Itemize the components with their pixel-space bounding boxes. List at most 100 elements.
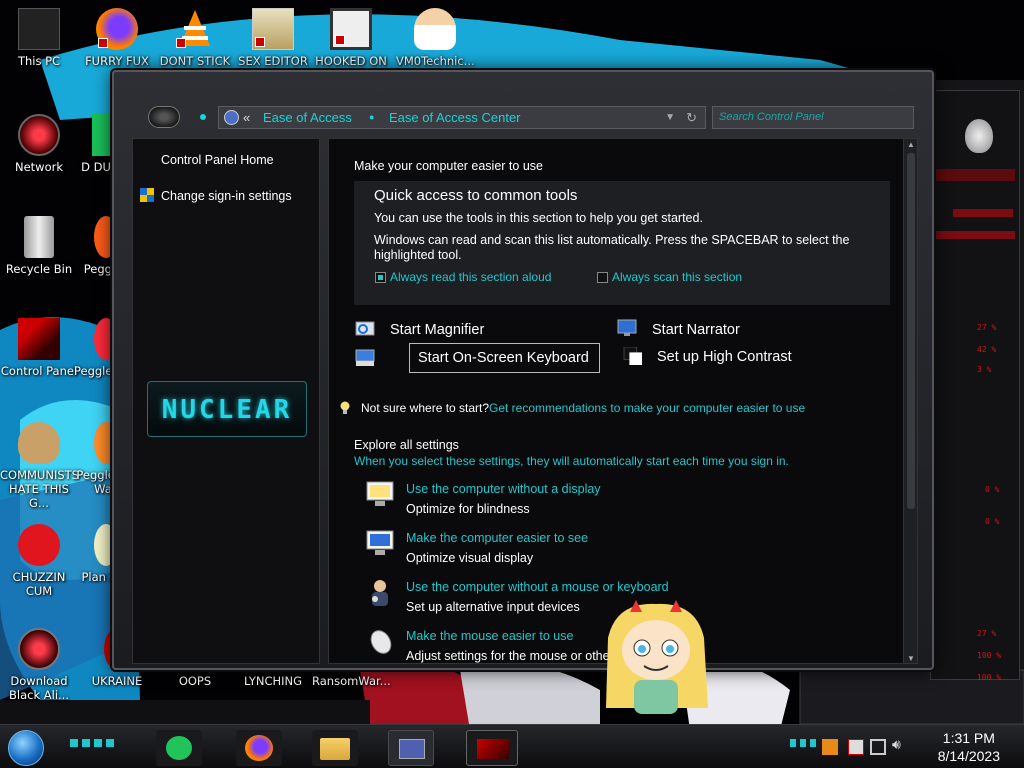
taskbar: 🔊︎ 1:31 PM 8/14/2023	[0, 724, 1024, 768]
desktop-icon-dont-stick[interactable]: DONT STICK	[156, 8, 234, 68]
setting-desc: Optimize visual display	[406, 551, 534, 565]
control-panel-home-link[interactable]: Control Panel Home	[161, 153, 274, 167]
scroll-thumb[interactable]	[907, 153, 915, 509]
always-scan-label[interactable]: Always scan this section	[612, 270, 742, 284]
taskbar-deco	[70, 739, 114, 747]
taskbar-app-notes[interactable]	[156, 730, 202, 766]
doctor-icon	[414, 8, 456, 50]
money-bag-icon	[18, 422, 60, 464]
firefox-icon	[96, 8, 138, 50]
desktop-icon-label: This PC	[17, 54, 61, 68]
page-heading: Make your computer easier to use	[354, 159, 543, 173]
desktop-icon-label: Recycle Bin	[5, 262, 73, 276]
gadget-panel: 27 % 42 % 3 % 0 % 0 % 27 % 100 % 100 %	[930, 90, 1020, 682]
green-app-icon	[92, 114, 112, 156]
back-forward-button[interactable]	[148, 106, 180, 128]
control-panel-icon	[18, 318, 60, 360]
gadget-readout: 27 %	[977, 629, 997, 638]
vertical-scrollbar[interactable]: ▲ ▼	[903, 139, 917, 663]
setting-desc: Optimize for blindness	[406, 502, 530, 516]
tray-network-icon[interactable]	[870, 739, 886, 755]
desktop-icon-hooked-on[interactable]: HOOKED ON	[312, 8, 390, 68]
breadcrumb-ease-of-access-center[interactable]: Ease of Access Center	[389, 107, 521, 128]
start-narrator-link[interactable]: Start Narrator	[652, 322, 740, 338]
scroll-up-icon[interactable]: ▲	[904, 139, 917, 151]
start-button[interactable]	[8, 730, 44, 766]
folder-icon	[320, 738, 350, 760]
desktop-icon-label: RansomWar...	[312, 674, 391, 688]
desktop-icon-this-pc[interactable]: This PC	[0, 8, 78, 68]
system-tray: 🔊︎ 1:31 PM 8/14/2023	[814, 725, 1024, 768]
gadget-readout: 42 %	[977, 345, 997, 354]
keyboard-icon	[355, 349, 375, 366]
start-on-screen-keyboard-button[interactable]: Start On-Screen Keyboard	[409, 343, 600, 373]
recycle-bin-icon	[24, 216, 54, 258]
taskbar-clock[interactable]: 1:31 PM 8/14/2023	[938, 729, 1000, 765]
monitor-no-display-icon	[366, 481, 394, 506]
desktop-icon-label: VM0Technic...	[396, 54, 475, 68]
monitor-see-icon	[366, 530, 394, 555]
firefox-icon	[245, 735, 273, 761]
mouse-icon	[370, 630, 392, 654]
desktop-icon-download-black-alien[interactable]: Download Black Ali...	[0, 628, 78, 702]
desktop-icon-label: HOOKED ON	[315, 54, 387, 68]
breadcrumb-overflow[interactable]: «	[243, 107, 250, 128]
desktop-icon-control-panel[interactable]: Control Panel	[0, 318, 78, 378]
set-up-high-contrast-link[interactable]: Set up High Contrast	[657, 349, 792, 365]
taskbar-app-file-explorer[interactable]	[312, 730, 358, 766]
address-bar[interactable]: « Ease of Access ● Ease of Access Center…	[218, 106, 706, 129]
refresh-icon[interactable]: ↻	[686, 107, 697, 128]
alien-icon	[18, 628, 60, 670]
get-recommendations-link[interactable]: Get recommendations to make your compute…	[489, 401, 805, 415]
change-sign-in-settings-link[interactable]: Change sign-in settings	[161, 189, 292, 203]
always-scan-checkbox[interactable]	[597, 272, 608, 283]
breadcrumb-ease-of-access[interactable]: Ease of Access	[263, 107, 352, 128]
computer-icon	[18, 8, 60, 50]
always-read-label[interactable]: Always read this section aloud	[390, 270, 551, 284]
setting-link[interactable]: Make the computer easier to see	[406, 531, 588, 545]
always-read-checkbox[interactable]	[375, 272, 386, 283]
desktop-icon-recycle-bin[interactable]: Recycle Bin	[0, 216, 78, 276]
desktop-icon-furry-fux[interactable]: FURRY FUX	[78, 8, 156, 68]
gadget-red-bar	[953, 209, 1013, 217]
desktop-icon-label: CHUZZIN CUM	[12, 570, 66, 598]
desktop-icon-label: FURRY FUX	[85, 54, 149, 68]
setting-link[interactable]: Use the computer without a mouse or keyb…	[406, 580, 669, 594]
scroll-down-icon[interactable]: ▼	[904, 653, 917, 663]
content-pane: Make your computer easier to use Quick a…	[328, 138, 918, 664]
notes-app-icon	[166, 736, 192, 760]
quick-access-desc: You can use the tools in this section to…	[374, 211, 703, 225]
setting-link[interactable]: Make the mouse easier to use	[406, 629, 573, 643]
gadget-readout: 100 %	[977, 651, 1002, 660]
person-speech-icon	[372, 580, 388, 606]
address-row: « Ease of Access ● Ease of Access Center…	[142, 104, 914, 130]
gadget-readout: 27 %	[977, 323, 997, 332]
desktop-icon-label: Control Panel	[0, 364, 78, 378]
quick-access-title: Quick access to common tools	[374, 187, 578, 204]
breadcrumb-separator-icon[interactable]: ●	[369, 107, 374, 128]
quick-access-panel: Quick access to common tools You can use…	[354, 181, 890, 305]
taskbar-app-firefox[interactable]	[236, 730, 282, 766]
tray-warning-icon[interactable]	[822, 739, 838, 755]
control-panel-icon	[399, 739, 425, 759]
search-input[interactable]: Search Control Panel	[712, 106, 914, 129]
setting-link[interactable]: Use the computer without a display	[406, 482, 601, 496]
desktop-icon-label: Network	[14, 160, 64, 174]
desktop-icon-vm0technic[interactable]: VM0Technic...	[396, 8, 475, 68]
taskbar-app-nuclear[interactable]	[466, 730, 518, 766]
tray-volume-icon[interactable]: 🔊︎	[892, 737, 901, 753]
tray-flag-icon[interactable]	[848, 739, 864, 755]
gadget-red-bar	[935, 231, 1015, 239]
start-magnifier-link[interactable]: Start Magnifier	[390, 322, 484, 338]
desktop-icon-label: DONT STICK	[159, 54, 231, 68]
desktop-icon-label: Download Black Ali...	[9, 674, 69, 702]
address-dropdown-icon[interactable]: ▼	[665, 107, 675, 128]
left-nav-pane: Control Panel Home Change sign-in settin…	[132, 138, 320, 664]
chuzzle-icon	[18, 524, 60, 566]
desktop-icon-chuzzin-cum[interactable]: CHUZZIN CUM	[0, 524, 78, 598]
red-app-icon	[477, 739, 509, 759]
desktop-icon-communists[interactable]: COMMUNISTS HATE THIS G...	[0, 422, 79, 510]
desktop-icon-sex-editor[interactable]: SEX EDITOR	[234, 8, 312, 68]
desktop-icon-label: SEX EDITOR	[238, 54, 308, 68]
taskbar-app-control-panel[interactable]	[388, 730, 434, 766]
